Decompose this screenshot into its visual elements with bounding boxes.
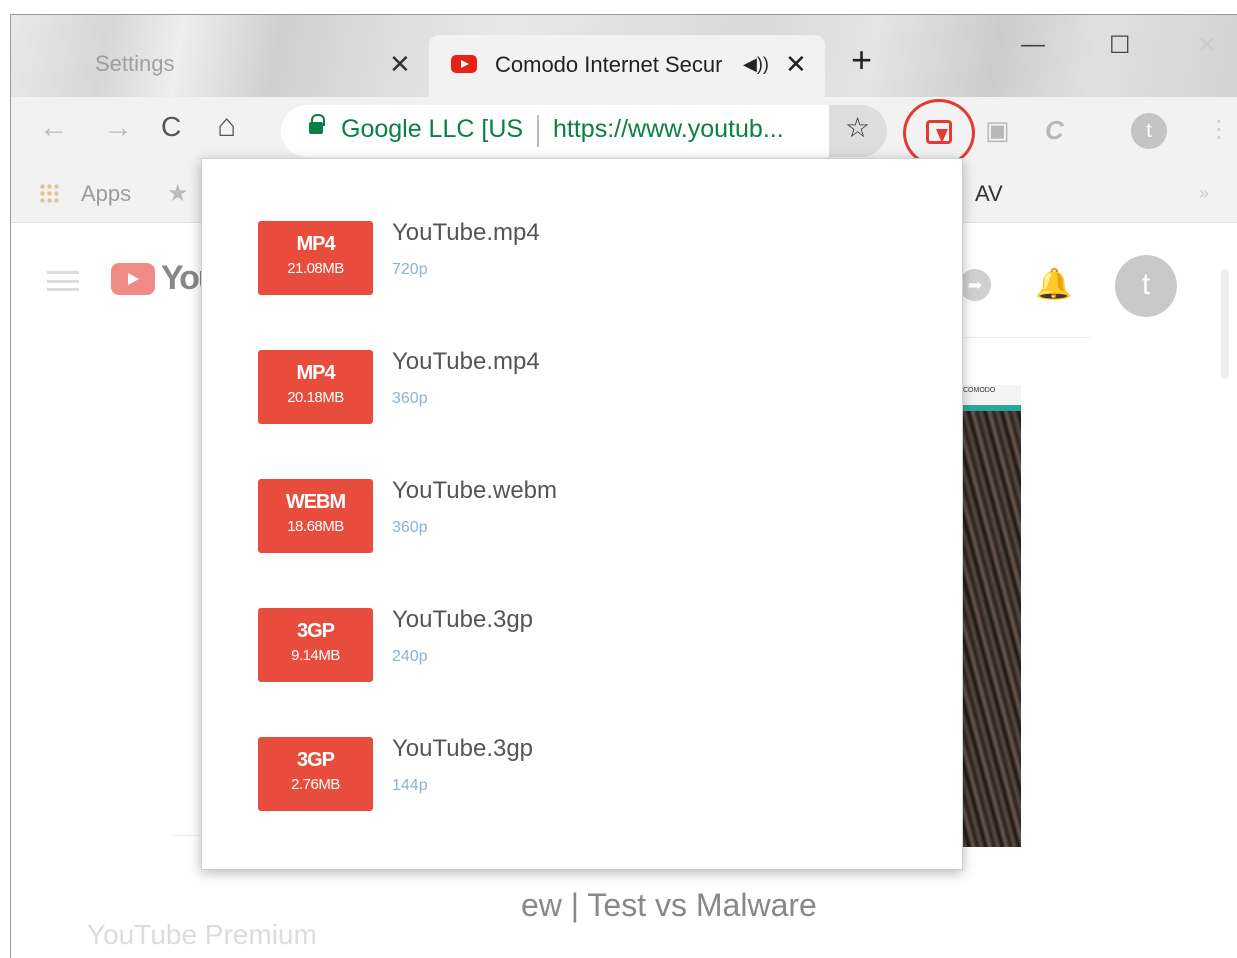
download-filename: YouTube.webm xyxy=(392,477,557,504)
tab-settings-title: Settings xyxy=(95,51,175,76)
download-badge[interactable]: 3GP 9.14MB xyxy=(258,608,373,682)
download-size: 9.14MB xyxy=(291,647,340,664)
video-title: ew | Test vs Malware xyxy=(521,887,817,923)
bookmark-star-icon[interactable]: ★ xyxy=(167,179,189,208)
download-filename: YouTube.mp4 xyxy=(392,348,540,375)
youtube-favicon-icon xyxy=(451,55,477,73)
download-resolution: 720p xyxy=(392,261,428,278)
download-option-4[interactable]: 3GP 9.14MB YouTube.3gp 240p xyxy=(258,606,938,682)
download-resolution: 144p xyxy=(392,777,428,794)
download-badge[interactable]: WEBM 18.68MB xyxy=(258,479,373,553)
video-download-extension-button[interactable] xyxy=(903,99,975,167)
toolbar: ← → C ⌂ Google LLC [US https://www.youtu… xyxy=(11,97,1237,167)
youtube-premium-link[interactable]: YouTube Premium xyxy=(87,919,317,951)
download-format: MP4 xyxy=(296,233,335,255)
site-identity[interactable]: Google LLC [US xyxy=(341,115,523,144)
youtube-avatar[interactable]: t xyxy=(1115,255,1177,317)
download-option-1[interactable]: MP4 21.08MB YouTube.mp4 720p xyxy=(258,219,938,295)
download-size: 21.08MB xyxy=(287,260,344,277)
address-bar[interactable]: Google LLC [US https://www.youtub... xyxy=(281,105,887,157)
download-format: WEBM xyxy=(285,491,346,513)
new-tab-button[interactable]: + xyxy=(851,42,872,78)
lock-icon xyxy=(309,114,325,134)
download-badge[interactable]: 3GP 2.76MB xyxy=(258,737,373,811)
header-divider xyxy=(961,337,1091,338)
tab-comodo-title: Comodo Internet Secur xyxy=(495,52,723,77)
extension-c-icon[interactable]: C xyxy=(1045,115,1064,146)
tab-settings[interactable]: Settings ✕ xyxy=(71,37,431,93)
download-resolution: 360p xyxy=(392,390,428,407)
forward-button[interactable]: → xyxy=(103,111,133,145)
youtube-logo-icon[interactable] xyxy=(111,263,155,295)
back-button[interactable]: ← xyxy=(39,111,69,145)
menu-icon[interactable]: ⋮ xyxy=(1207,115,1231,144)
tab-comodo[interactable]: Comodo Internet Secur ◀)) ✕ xyxy=(429,35,825,97)
close-window-button[interactable]: ✕ xyxy=(1197,31,1217,60)
download-filename: YouTube.3gp xyxy=(392,735,534,762)
profile-avatar[interactable]: t xyxy=(1131,113,1167,149)
title-bar: Settings ✕ Comodo Internet Secur ◀)) ✕ +… xyxy=(11,15,1237,97)
download-format: MP4 xyxy=(296,362,335,384)
download-filename: YouTube.3gp xyxy=(392,606,534,633)
download-filename: YouTube.mp4 xyxy=(392,219,540,246)
video-thumbnail-brand: COMODO xyxy=(963,387,996,394)
download-format: 3GP xyxy=(296,749,335,771)
star-icon: ☆ xyxy=(845,112,871,143)
reload-button[interactable]: C xyxy=(161,111,181,143)
address-divider xyxy=(537,115,539,147)
download-option-2[interactable]: MP4 20.18MB YouTube.mp4 360p xyxy=(258,348,938,424)
download-size: 18.68MB xyxy=(287,518,344,535)
download-badge[interactable]: MP4 20.18MB xyxy=(258,350,373,424)
apps-grid-icon[interactable] xyxy=(39,183,61,205)
apps-bookmark[interactable]: Apps xyxy=(81,181,131,207)
download-badge[interactable]: MP4 21.08MB xyxy=(258,221,373,295)
home-button[interactable]: ⌂ xyxy=(217,107,236,144)
bookmark-av[interactable]: AV xyxy=(975,181,1003,207)
hamburger-menu-icon[interactable] xyxy=(47,271,79,291)
extension-cube-icon[interactable]: ▣ xyxy=(985,115,1010,146)
tab-settings-close-icon[interactable]: ✕ xyxy=(389,49,411,80)
share-icon[interactable]: ➦ xyxy=(959,269,991,301)
bookmarks-overflow-button[interactable]: » xyxy=(1199,183,1209,204)
download-resolution: 240p xyxy=(392,648,428,665)
download-icon xyxy=(926,120,952,144)
url-text[interactable]: https://www.youtub... xyxy=(553,115,784,144)
scrollbar[interactable] xyxy=(1221,269,1229,379)
download-format: 3GP xyxy=(296,620,335,642)
download-size: 20.18MB xyxy=(287,389,344,406)
download-size: 2.76MB xyxy=(291,776,340,793)
download-options-popup: MP4 21.08MB YouTube.mp4 720p MP4 20.18MB… xyxy=(201,158,963,870)
minimize-button[interactable]: — xyxy=(1021,31,1045,59)
video-thumbnail[interactable] xyxy=(961,385,1021,847)
audio-playing-icon[interactable]: ◀)) xyxy=(743,54,769,75)
maximize-button[interactable]: ☐ xyxy=(1109,31,1131,60)
bell-icon[interactable]: 🔔 xyxy=(1035,267,1072,302)
download-option-5[interactable]: 3GP 2.76MB YouTube.3gp 144p xyxy=(258,735,938,811)
download-option-3[interactable]: WEBM 18.68MB YouTube.webm 360p xyxy=(258,477,938,553)
download-resolution: 360p xyxy=(392,519,428,536)
tab-comodo-close-icon[interactable]: ✕ xyxy=(785,49,807,80)
